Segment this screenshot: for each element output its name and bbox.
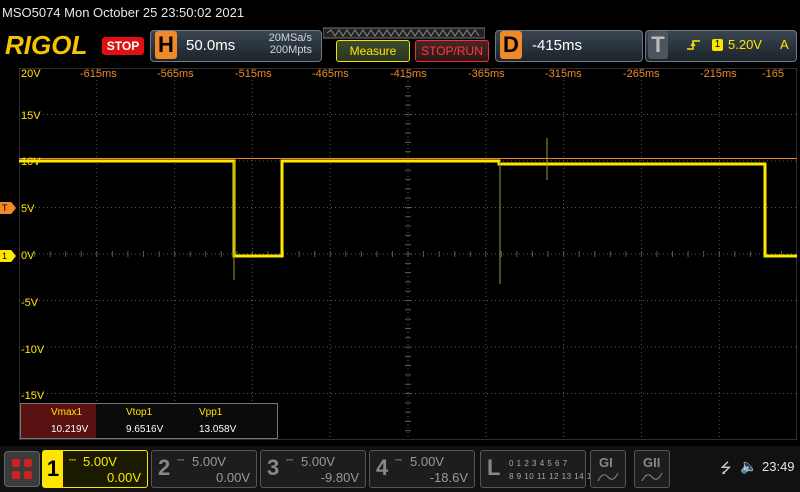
- delay-value: -415ms: [532, 37, 583, 54]
- time-label: -365ms: [468, 68, 505, 80]
- measurement-label: Vpp1: [199, 407, 223, 418]
- measure-button[interactable]: Measure: [336, 40, 410, 62]
- logic-label: L: [487, 455, 501, 480]
- measurement-value: 13.058V: [199, 424, 237, 435]
- trigger-position-bar: [323, 27, 485, 39]
- voltage-label: 10V: [21, 156, 41, 168]
- time-label: -315ms: [545, 68, 582, 80]
- time-label: -565ms: [157, 68, 194, 80]
- sample-rate: 20MSa/s: [268, 32, 312, 44]
- rising-edge-icon: [687, 40, 700, 50]
- horizontal-letter: H: [155, 31, 177, 59]
- measurement-vtop[interactable]: Vtop1 9.6516V: [96, 404, 171, 438]
- measurement-label: Vtop1: [126, 407, 153, 418]
- channel-4-box[interactable]: 4 ⎓ 5.00V -18.6V: [369, 450, 475, 488]
- speaker-icon[interactable]: 🔈: [740, 458, 757, 475]
- trigger-source-badge: 1: [712, 39, 723, 51]
- usb-icon: ⭍: [720, 460, 732, 476]
- measurement-vmax[interactable]: Vmax1 10.219V: [21, 404, 96, 438]
- time-label: -415ms: [390, 68, 427, 80]
- channel-number: 4: [376, 455, 389, 480]
- timebase-value: 50.0ms: [186, 37, 236, 54]
- logic-analyzer-box[interactable]: L 0 1 2 3 4 5 6 7 8 9 10 11 12 13 14 15: [480, 450, 596, 488]
- channel-offset: -9.80V: [320, 470, 359, 485]
- run-state-badge: STOP: [102, 37, 144, 55]
- time-label: -465ms: [312, 68, 349, 80]
- voltage-label: -15V: [21, 390, 45, 402]
- voltage-label: 20V: [21, 68, 41, 80]
- ch1-offset-marker[interactable]: 1: [0, 250, 16, 262]
- waveform-grid[interactable]: [19, 68, 797, 440]
- channel-offset: 0.00V: [107, 470, 141, 485]
- decoder-2-button[interactable]: GII: [634, 450, 670, 488]
- trigger-mode: A: [780, 37, 789, 52]
- channel-2-box[interactable]: 2 ⎓ 5.00V 0.00V: [151, 450, 257, 488]
- decoder-label: GI: [599, 455, 613, 470]
- channel-3-box[interactable]: 3 ⎓ 5.00V -9.80V: [260, 450, 366, 488]
- trigger-level-marker[interactable]: T: [0, 202, 16, 214]
- measurement-vpp[interactable]: Vpp1 13.058V: [171, 404, 246, 438]
- time-label: -265ms: [623, 68, 660, 80]
- measurement-value: 10.219V: [51, 424, 89, 435]
- decoder-1-button[interactable]: GI: [590, 450, 626, 488]
- dc-coupling-icon: ⎓: [395, 455, 403, 465]
- brand-text: RIGOL: [5, 30, 88, 60]
- channel-number: 3: [267, 455, 280, 480]
- time-label: -165: [762, 68, 785, 80]
- memory-depth: 200Mpts: [269, 44, 312, 56]
- logic-bits-high: 8 9 10 11 12 13 14 15: [509, 472, 597, 481]
- voltage-label: -5V: [21, 297, 39, 309]
- menu-grid-icon[interactable]: [4, 451, 40, 487]
- dc-coupling-icon: ⎓: [69, 455, 77, 465]
- grid-lines: [19, 68, 797, 440]
- measurement-table: Vmax1 10.219V Vtop1 9.6516V Vpp1 13.058V: [20, 403, 278, 439]
- time-label: -215ms: [700, 68, 737, 80]
- channel-1-box[interactable]: 1 ⎓ 5.00V 0.00V: [42, 450, 148, 488]
- measurement-label: Vmax1: [51, 407, 83, 418]
- channel-scale: 5.00V: [301, 454, 335, 469]
- voltage-label: 15V: [21, 110, 41, 122]
- time-label: -515ms: [235, 68, 272, 80]
- trigger-level: 5.20V: [728, 37, 762, 52]
- voltage-label: 0V: [21, 250, 35, 262]
- channel-number: 1: [43, 451, 63, 487]
- stop-run-button[interactable]: STOP/RUN: [415, 40, 489, 62]
- channel-scale: 5.00V: [410, 454, 444, 469]
- device-info: MSO5074 Mon October 25 23:50:02 2021: [2, 5, 245, 20]
- voltage-label: 5V: [21, 203, 35, 215]
- channel-number: 2: [158, 455, 171, 480]
- rigol-logo: RIGOL: [5, 30, 87, 61]
- decoder-label: GII: [643, 455, 661, 470]
- channel-scale: 5.00V: [83, 454, 117, 469]
- decoder-wave-icon: [597, 472, 619, 482]
- decoder-wave-icon: [641, 472, 663, 482]
- channel-scale: 5.00V: [192, 454, 226, 469]
- voltage-label: -10V: [21, 344, 45, 356]
- channel-offset: 0.00V: [216, 470, 250, 485]
- measurement-value: 9.6516V: [126, 424, 164, 435]
- delay-letter: D: [500, 31, 522, 59]
- clock: 23:49: [762, 459, 795, 474]
- trigger-letter: T: [648, 31, 668, 59]
- dc-coupling-icon: ⎓: [286, 455, 294, 465]
- channel-offset: -18.6V: [429, 470, 468, 485]
- logic-bits-low: 0 1 2 3 4 5 6 7: [509, 459, 568, 468]
- dc-coupling-icon: ⎓: [177, 455, 185, 465]
- time-label: -615ms: [80, 68, 117, 80]
